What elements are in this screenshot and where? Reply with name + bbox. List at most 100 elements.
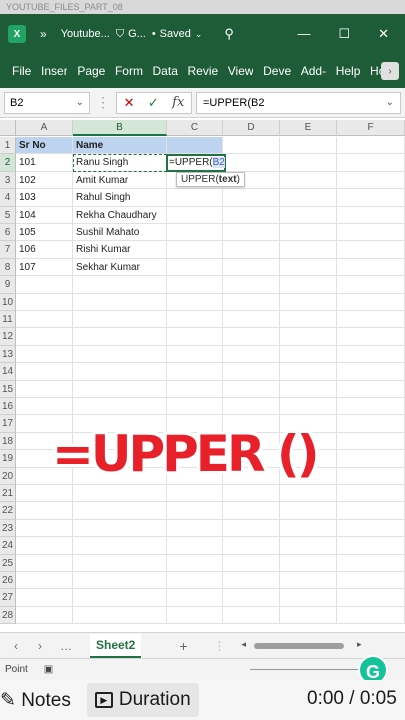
table-cell[interactable]: 105 — [16, 224, 73, 242]
grid-cell[interactable] — [280, 311, 337, 329]
next-sheet-icon[interactable]: › — [38, 639, 42, 653]
grid-cell[interactable] — [337, 224, 405, 242]
grid-cell[interactable] — [167, 572, 223, 590]
grid-cell[interactable] — [167, 206, 223, 224]
grid-cell[interactable] — [280, 363, 337, 381]
table-cell[interactable]: Sekhar Kumar — [73, 258, 167, 277]
table-cell[interactable]: Ranu Singh — [73, 154, 167, 172]
grid-cell[interactable] — [167, 606, 223, 625]
grid-cell[interactable] — [73, 380, 167, 398]
table-cell[interactable]: 104 — [16, 206, 73, 224]
table-cell[interactable]: 106 — [16, 241, 73, 259]
row-header[interactable]: 9 — [0, 276, 16, 294]
grid-cell[interactable] — [167, 502, 223, 520]
grid-cell[interactable] — [167, 328, 223, 346]
table-cell[interactable]: Amit Kumar — [73, 171, 167, 190]
prev-sheet-icon[interactable]: ‹ — [14, 639, 18, 653]
grid-cell[interactable] — [16, 345, 73, 364]
tooltip-argument[interactable]: text — [219, 174, 237, 185]
tab-developer[interactable]: Deve — [263, 64, 291, 78]
maximize-icon[interactable]: ☐ — [338, 26, 350, 42]
grid-cell[interactable] — [167, 363, 223, 381]
grid-cell[interactable] — [337, 380, 405, 398]
scroll-left-icon[interactable]: ◂ — [242, 639, 247, 650]
row-header[interactable]: 18 — [0, 432, 16, 451]
row-header[interactable]: 14 — [0, 363, 16, 381]
row-header[interactable]: 5 — [0, 206, 16, 224]
grid-cell[interactable] — [223, 363, 280, 381]
scroll-right-icon[interactable]: ▸ — [357, 639, 362, 650]
grid-cell[interactable] — [280, 328, 337, 346]
grid-cell[interactable] — [337, 537, 405, 555]
formula-input[interactable]: =UPPER(B2 ⌄ — [196, 91, 401, 114]
grid-cell[interactable] — [167, 224, 223, 242]
row-header[interactable]: 24 — [0, 537, 16, 555]
grid-cell[interactable] — [73, 345, 167, 364]
tab-review[interactable]: Revie — [188, 64, 218, 78]
grid-cell[interactable] — [16, 311, 73, 329]
grid-cell[interactable] — [337, 171, 405, 190]
grid-cell[interactable] — [223, 554, 280, 572]
grid-cell[interactable] — [280, 502, 337, 520]
tab-insert[interactable]: Inser — [41, 64, 67, 78]
grid-cell[interactable] — [167, 537, 223, 555]
grid-cell[interactable] — [16, 502, 73, 520]
grid-cell[interactable] — [337, 137, 405, 155]
column-header-d[interactable]: D — [223, 120, 280, 136]
grid-cell[interactable] — [223, 502, 280, 520]
grid-cell[interactable] — [337, 519, 405, 538]
tab-bar-divider-icon[interactable]: ⋮ — [214, 639, 226, 653]
tab-page-layout[interactable]: Page — [77, 64, 105, 78]
grid-cell[interactable] — [73, 398, 167, 416]
grid-cell[interactable] — [280, 345, 337, 364]
grid-cell[interactable] — [280, 537, 337, 555]
chevron-down-icon[interactable]: ⌄ — [386, 97, 394, 108]
row-header[interactable]: 19 — [0, 450, 16, 468]
row-header[interactable]: 3 — [0, 171, 16, 190]
grid-cell[interactable] — [280, 137, 337, 155]
grid-cell[interactable] — [73, 293, 167, 311]
row-header[interactable]: 27 — [0, 589, 16, 607]
grid-cell[interactable] — [16, 380, 73, 398]
grid-cell[interactable] — [73, 589, 167, 607]
grid-cell[interactable] — [167, 554, 223, 572]
tab-data[interactable]: Data — [153, 64, 178, 78]
grid-cell[interactable] — [16, 519, 73, 538]
grid-cell[interactable] — [280, 206, 337, 224]
spreadsheet-grid[interactable]: A B C D E F 1 2 3 4 5 6 7 8 9 10 11 12 13 14 15 16 17 18 1… — [0, 120, 405, 632]
grid-cell[interactable] — [337, 206, 405, 224]
grid-cell[interactable] — [280, 554, 337, 572]
table-cell[interactable]: 101 — [16, 154, 73, 172]
grid-cell[interactable] — [167, 519, 223, 538]
column-header-e[interactable]: E — [280, 120, 337, 136]
row-header[interactable]: 22 — [0, 502, 16, 520]
grid-cell[interactable] — [73, 537, 167, 555]
table-cell[interactable]: 103 — [16, 189, 73, 207]
grid-cell[interactable] — [337, 572, 405, 590]
ribbon-scroll-right-icon[interactable]: › — [381, 62, 399, 80]
name-box[interactable]: B2 ⌄ — [4, 91, 90, 114]
accessibility-icon[interactable]: ▣ — [44, 664, 53, 675]
horizontal-scrollbar[interactable]: ◂ ▸ — [242, 639, 362, 651]
grid-cell[interactable] — [280, 380, 337, 398]
grid-cell[interactable] — [337, 241, 405, 259]
grid-cell[interactable] — [223, 380, 280, 398]
grid-cell[interactable] — [337, 554, 405, 572]
chevron-down-icon[interactable]: ⌄ — [76, 97, 84, 108]
tab-view[interactable]: View — [228, 64, 253, 78]
grid-cell[interactable] — [73, 554, 167, 572]
header-cell-name[interactable]: Name — [73, 137, 167, 155]
header-cell-c[interactable] — [167, 137, 223, 155]
grid-cell[interactable] — [73, 606, 167, 625]
grid-cell[interactable] — [280, 606, 337, 625]
grid-cell[interactable] — [337, 189, 405, 207]
row-header[interactable]: 20 — [0, 467, 16, 485]
shield-icon[interactable]: ⛉ — [116, 28, 124, 41]
grid-cell[interactable] — [16, 554, 73, 572]
minimize-icon[interactable]: — — [297, 26, 310, 42]
more-sheets-icon[interactable]: … — [60, 639, 72, 653]
table-cell[interactable]: Rekha Chaudhary — [73, 206, 167, 224]
grid-cell[interactable] — [167, 258, 223, 277]
column-header-c[interactable]: C — [167, 120, 223, 136]
row-header[interactable]: 23 — [0, 519, 16, 538]
